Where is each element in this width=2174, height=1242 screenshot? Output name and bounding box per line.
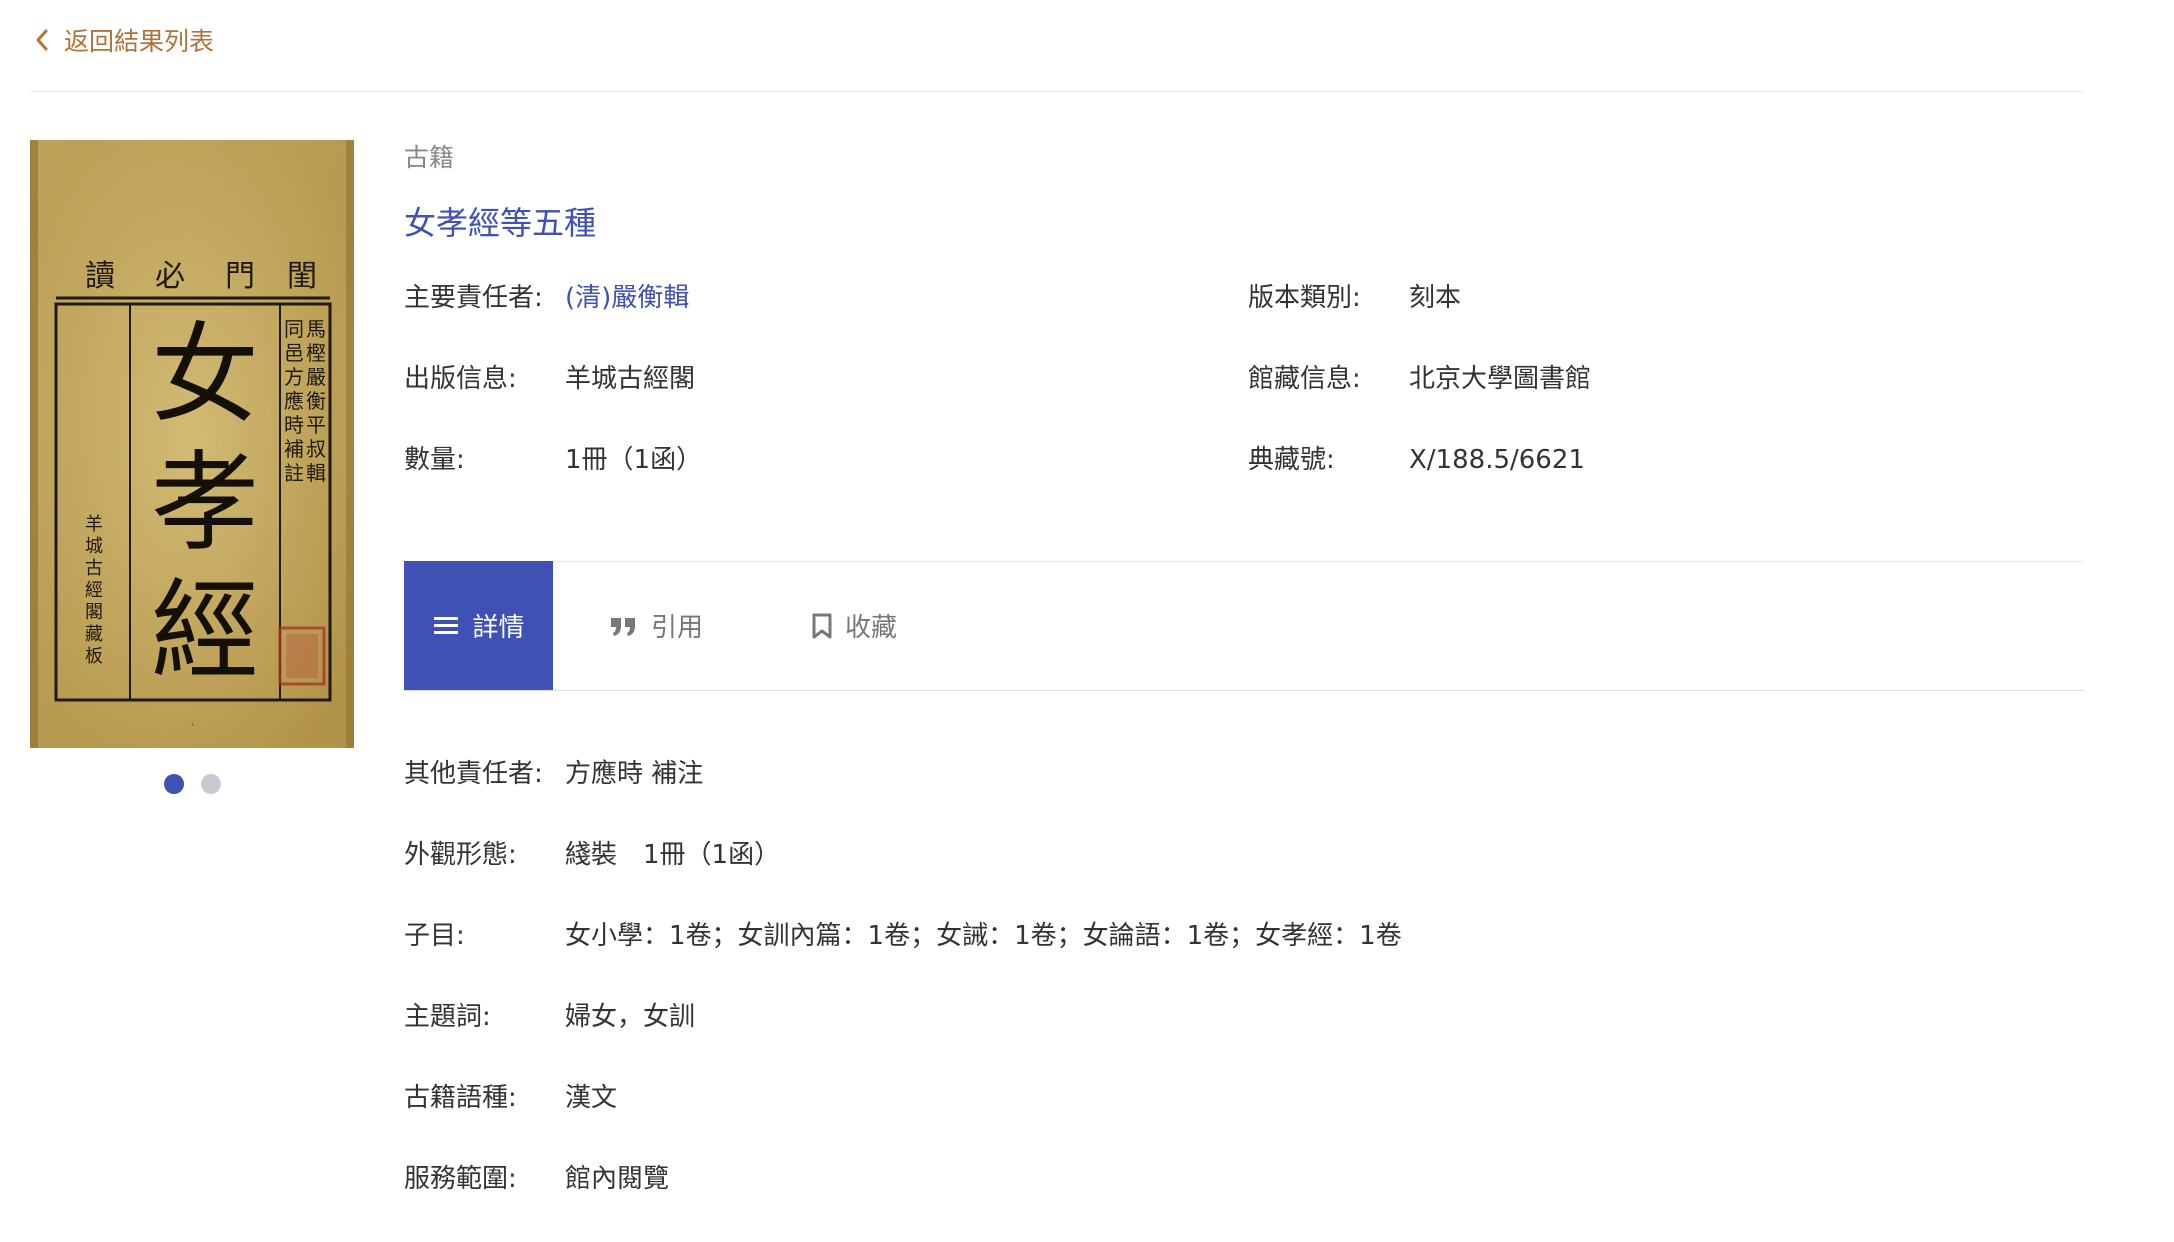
tab-label: 收藏	[844, 613, 897, 643]
svg-text:羊: 羊	[85, 514, 103, 535]
svg-text:應: 應	[284, 389, 304, 413]
svg-text:補: 補	[284, 437, 304, 461]
svg-text:門: 門	[225, 259, 255, 294]
meta-publisher: 出版信息: 羊城古經閣	[404, 361, 695, 397]
meta-label: 出版信息:	[404, 364, 517, 394]
meta-holding: 館藏信息: 北京大學圖書館	[1248, 361, 1591, 397]
detail-value: 綫裝 1冊（1函）	[565, 840, 781, 870]
detail-label: 古籍語種:	[404, 1083, 517, 1113]
meta-value: X/188.5/6621	[1409, 445, 1585, 475]
svg-text:閣: 閣	[85, 602, 103, 623]
record-title: 女孝經等五種	[404, 204, 597, 242]
svg-text:經: 經	[151, 569, 259, 694]
meta-value: 羊城古經閣	[565, 364, 696, 394]
chevron-left-icon	[36, 29, 48, 51]
svg-text:叔: 叔	[306, 437, 326, 461]
record-category: 古籍	[404, 143, 455, 172]
record-meta-grid: 主要責任者: (清)嚴衡輯 版本類別: 刻本 出版信息: 羊城古經閣 館藏信息:…	[404, 280, 2084, 520]
meta-label: 主要責任者:	[404, 283, 543, 313]
svg-text:嚴: 嚴	[306, 365, 326, 389]
svg-text:經: 經	[85, 580, 103, 601]
svg-text:藏: 藏	[85, 624, 103, 645]
meta-value: 北京大學圖書館	[1409, 364, 1592, 394]
meta-author: 主要責任者: (清)嚴衡輯	[404, 280, 689, 316]
author-link[interactable]: (清)嚴衡輯	[565, 280, 689, 316]
svg-text:平: 平	[306, 413, 326, 437]
tabs-bottom-divider	[404, 690, 2084, 691]
svg-text:女: 女	[151, 313, 259, 438]
detail-value: 館內閱覽	[565, 1164, 670, 1194]
bookmark-icon	[812, 613, 832, 638]
detail-value: 漢文	[565, 1083, 618, 1113]
detail-row-physical: 外觀形態: 綫裝 1冊（1函）	[404, 837, 2084, 873]
detail-row-language: 古籍語種: 漢文	[404, 1080, 2084, 1116]
header-divider	[30, 91, 2084, 92]
svg-text:衡: 衡	[306, 389, 326, 413]
meta-value: 1冊（1函）	[565, 445, 703, 475]
detail-value: 婦女，女訓	[565, 1002, 696, 1032]
tab-favorite[interactable]: 收藏	[759, 561, 949, 690]
detail-row-other-authors: 其他責任者: 方應時 補注	[404, 756, 2084, 792]
detail-label: 服務範圍:	[404, 1164, 517, 1194]
detail-row-service: 服務範圍: 館內閱覽	[404, 1161, 2084, 1197]
quote-icon	[610, 617, 635, 636]
meta-quantity: 數量: 1冊（1函）	[404, 442, 702, 478]
book-cover-illustration: 閨 門 必 讀 女 孝 經 馬 樫 嚴 衡 平 叔 輯 同 邑 方 應 時 補 …	[30, 140, 354, 748]
tab-cite[interactable]: 引用	[553, 561, 759, 690]
meta-value: 刻本	[1409, 283, 1462, 313]
svg-text:板: 板	[85, 646, 103, 667]
carousel-dot-2[interactable]	[201, 774, 221, 794]
detail-label: 其他責任者:	[404, 759, 543, 789]
meta-label: 數量:	[404, 445, 465, 475]
back-link-label: 返回結果列表	[64, 27, 215, 56]
svg-text:古: 古	[85, 558, 103, 579]
svg-text:·: ·	[190, 715, 195, 734]
detail-row-contents: 子目: 女小學：1卷；女訓內篇：1卷；女誡：1卷；女論語：1卷；女孝經：1卷	[404, 918, 2084, 954]
svg-text:城: 城	[85, 536, 103, 557]
svg-text:讀: 讀	[85, 259, 115, 294]
carousel-pagination	[164, 774, 221, 794]
svg-text:馬: 馬	[306, 317, 326, 341]
details-panel: 其他責任者: 方應時 補注 外觀形態: 綫裝 1冊（1函） 子目: 女小學：1卷…	[404, 756, 2084, 1242]
tab-label: 詳情	[472, 613, 525, 643]
svg-text:同: 同	[284, 317, 304, 341]
detail-value: 女小學：1卷；女訓內篇：1卷；女誡：1卷；女論語：1卷；女孝經：1卷	[565, 921, 1402, 951]
detail-row-subjects: 主題詞: 婦女，女訓	[404, 999, 2084, 1035]
meta-edition: 版本類別: 刻本	[1248, 280, 1461, 316]
meta-label: 館藏信息:	[1248, 364, 1361, 394]
svg-text:樫: 樫	[306, 341, 326, 365]
svg-text:孝: 孝	[151, 441, 259, 566]
svg-text:方: 方	[284, 365, 304, 389]
detail-label: 外觀形態:	[404, 840, 517, 870]
meta-label: 版本類別:	[1248, 283, 1361, 313]
svg-text:註: 註	[284, 461, 304, 485]
meta-label: 典藏號:	[1248, 445, 1335, 475]
record-detail: 古籍 女孝經等五種 主要責任者: (清)嚴衡輯 版本類別: 刻本 出版信息: 羊…	[404, 140, 2084, 1194]
book-cover-image[interactable]: 閨 門 必 讀 女 孝 經 馬 樫 嚴 衡 平 叔 輯 同 邑 方 應 時 補 …	[30, 140, 354, 748]
detail-label: 主題詞:	[404, 1002, 491, 1032]
back-to-results-link[interactable]: 返回結果列表	[30, 22, 214, 58]
svg-text:輯: 輯	[306, 461, 326, 485]
cover-main-title: 女 孝 經	[151, 313, 259, 694]
cover-left-column: 羊 城 古 經 閣 藏 板	[85, 514, 103, 667]
svg-text:必: 必	[155, 259, 185, 294]
detail-label: 子目:	[404, 921, 465, 951]
tab-details[interactable]: 詳情	[404, 561, 553, 690]
detail-value: 方應時 補注	[565, 759, 704, 789]
carousel-dot-1[interactable]	[164, 774, 184, 794]
svg-text:邑: 邑	[284, 341, 304, 365]
meta-callno: 典藏號: X/188.5/6621	[1248, 442, 1585, 478]
svg-text:閨: 閨	[287, 259, 317, 294]
svg-text:時: 時	[284, 413, 304, 437]
tab-label: 引用	[650, 613, 703, 643]
detail-tabs: 詳情 引用 收藏	[404, 561, 949, 690]
list-icon	[434, 616, 459, 634]
